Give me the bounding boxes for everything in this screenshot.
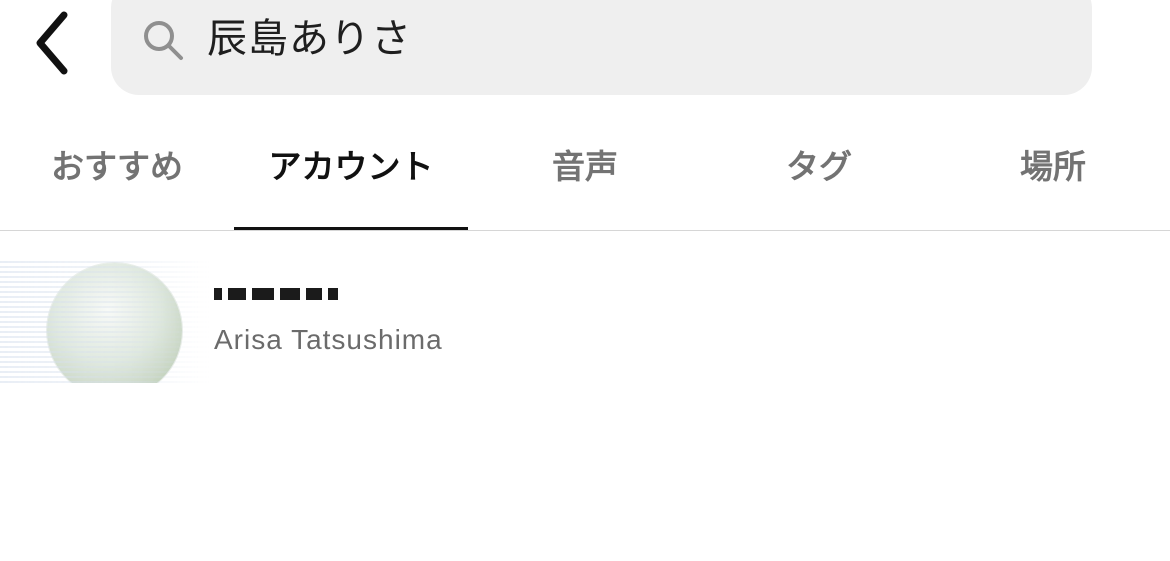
- avatar[interactable]: [0, 253, 210, 383]
- search-bar[interactable]: 辰島ありさ: [111, 0, 1092, 95]
- tab-accounts[interactable]: アカウント: [234, 132, 468, 230]
- back-button[interactable]: [20, 8, 80, 78]
- tab-places[interactable]: 場所: [936, 132, 1170, 230]
- tabs-divider: [0, 230, 1170, 231]
- tab-audio[interactable]: 音声: [468, 132, 702, 230]
- account-result-row[interactable]: Arisa Tatsushima: [0, 245, 1170, 385]
- search-input[interactable]: 辰島ありさ: [207, 10, 412, 68]
- tab-tags[interactable]: タグ: [702, 132, 936, 230]
- top-bar: 辰島ありさ: [0, 0, 1170, 110]
- search-icon: [144, 21, 183, 60]
- account-full-name: Arisa Tatsushima: [214, 324, 443, 355]
- avatar-overlay: [0, 261, 210, 383]
- chevron-left-icon: [36, 11, 68, 75]
- search-tabs: おすすめ アカウント 音声 タグ 場所: [0, 132, 1170, 230]
- username-redacted: [214, 283, 344, 305]
- tab-top[interactable]: おすすめ: [0, 132, 234, 230]
